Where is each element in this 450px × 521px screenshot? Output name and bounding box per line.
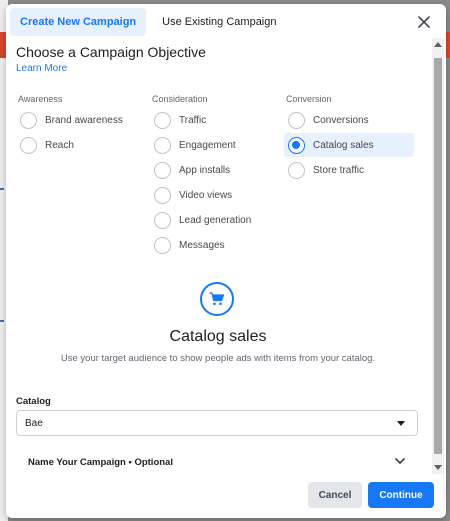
option-brand-awareness[interactable]: Brand awareness (16, 108, 146, 132)
objective-title: Catalog sales (169, 328, 267, 345)
name-campaign-section[interactable]: Name Your Campaign • Optional (16, 450, 418, 474)
dialog-tabs: Create New Campaign Use Existing Campaig… (10, 8, 287, 38)
background-link-mark (0, 188, 4, 190)
column-conversion: Conversion Conversions Catalog sales Sto… (284, 94, 414, 183)
option-lead-generation[interactable]: Lead generation (150, 208, 280, 232)
option-traffic[interactable]: Traffic (150, 108, 280, 132)
radio-button[interactable] (154, 161, 171, 179)
option-catalog-sales[interactable]: Catalog sales (284, 133, 414, 157)
option-label: Conversions (313, 114, 369, 126)
campaign-dialog: Create New Campaign Use Existing Campaig… (6, 4, 446, 518)
column-title: Awareness (18, 94, 63, 104)
close-button[interactable] (414, 12, 434, 32)
radio-button[interactable] (20, 111, 37, 129)
chevron-down-icon (395, 458, 405, 464)
close-icon (418, 16, 430, 28)
option-label: Traffic (179, 114, 207, 126)
option-app-installs[interactable]: App installs (150, 158, 280, 182)
page-title: Choose a Campaign Objective (16, 44, 206, 60)
objective-description: Use your target audience to show people … (60, 353, 376, 364)
option-label: Engagement (179, 139, 236, 151)
learn-more-link[interactable]: Learn More (16, 63, 67, 74)
option-reach[interactable]: Reach (16, 133, 146, 157)
radio-button[interactable] (154, 211, 171, 229)
column-title: Conversion (286, 94, 332, 104)
option-engagement[interactable]: Engagement (150, 133, 280, 157)
scroll-down-arrow-icon[interactable] (434, 465, 442, 470)
radio-button-selected[interactable] (288, 136, 305, 154)
radio-button[interactable] (154, 236, 171, 254)
dialog-body: Choose a Campaign Objective Learn More A… (6, 38, 430, 474)
option-label: Catalog sales (313, 139, 374, 151)
option-store-traffic[interactable]: Store traffic (284, 158, 414, 182)
dialog-footer: Cancel Continue (6, 476, 446, 518)
option-conversions[interactable]: Conversions (284, 108, 414, 132)
column-consideration: Consideration Traffic Engagement App ins… (150, 94, 280, 258)
radio-button[interactable] (154, 111, 171, 129)
background-link-mark (0, 320, 4, 322)
column-awareness: Awareness Brand awareness Reach (16, 94, 146, 158)
catalog-select[interactable]: Bae (16, 410, 418, 436)
catalog-label: Catalog (16, 396, 51, 407)
tab-use-existing-campaign[interactable]: Use Existing Campaign (152, 8, 286, 36)
catalog-value: Bae (25, 417, 43, 429)
tab-create-new-campaign[interactable]: Create New Campaign (10, 8, 147, 36)
option-label: App installs (179, 164, 231, 176)
column-title: Consideration (152, 94, 208, 104)
radio-button[interactable] (154, 136, 171, 154)
cancel-button[interactable]: Cancel (308, 482, 362, 508)
radio-button[interactable] (154, 186, 171, 204)
objective-icon-circle (200, 282, 234, 316)
scrollbar-thumb[interactable] (434, 58, 442, 454)
shopping-cart-icon (209, 292, 225, 306)
scroll-up-arrow-icon[interactable] (434, 42, 442, 47)
caret-down-icon (397, 421, 405, 426)
continue-button[interactable]: Continue (368, 482, 434, 508)
option-label: Messages (179, 239, 225, 251)
scrollbar[interactable] (432, 38, 444, 474)
radio-button[interactable] (288, 111, 305, 129)
radio-button[interactable] (20, 136, 37, 154)
option-video-views[interactable]: Video views (150, 183, 280, 207)
option-label: Reach (45, 139, 74, 151)
option-label: Brand awareness (45, 114, 123, 126)
option-label: Video views (179, 189, 233, 201)
option-messages[interactable]: Messages (150, 233, 280, 257)
option-label: Lead generation (179, 214, 252, 226)
option-label: Store traffic (313, 164, 364, 176)
name-campaign-label: Name Your Campaign • Optional (28, 456, 173, 468)
radio-button[interactable] (288, 161, 305, 179)
